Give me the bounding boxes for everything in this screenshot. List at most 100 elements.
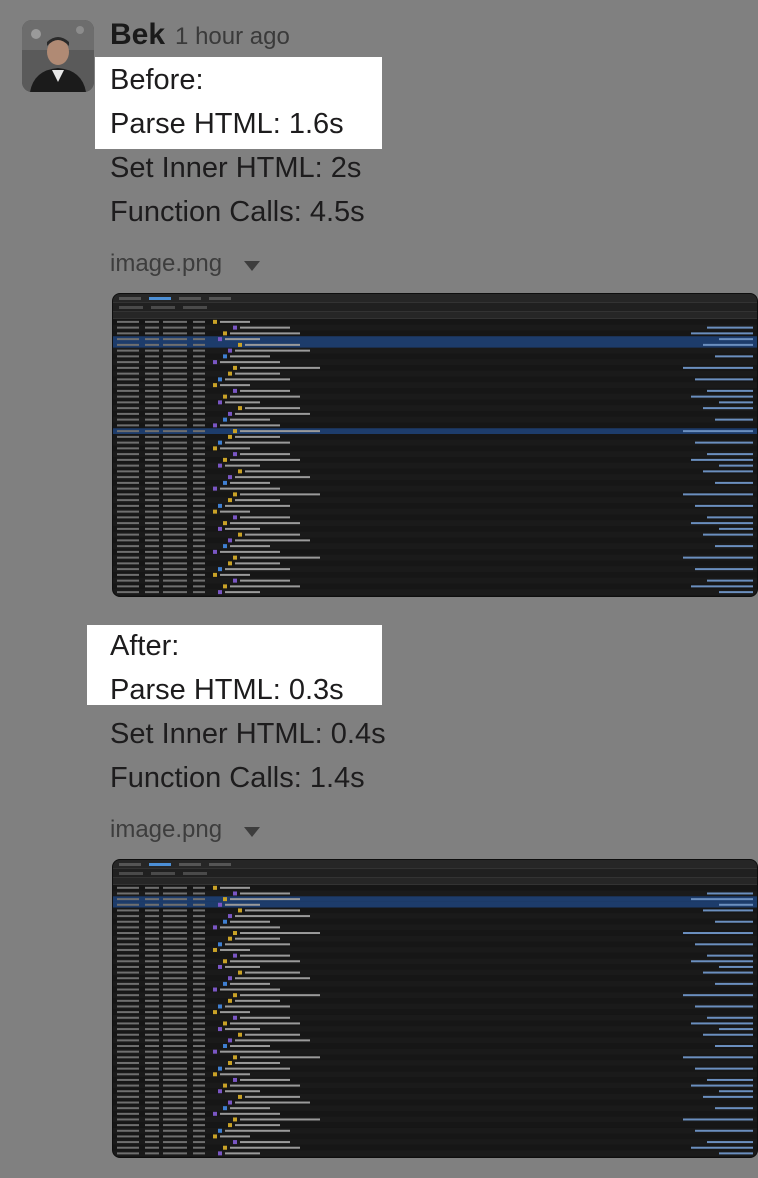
profiler-row — [113, 992, 757, 998]
profiler-row — [113, 964, 757, 970]
profiler-row — [113, 434, 757, 440]
profiler-row — [113, 1037, 757, 1044]
devtools-column-header — [113, 312, 757, 319]
profiler-row — [113, 508, 757, 515]
devtools-column-header — [113, 878, 757, 885]
timestamp[interactable]: 1 hour ago — [175, 23, 290, 50]
profiler-row — [113, 439, 757, 446]
profiler-row — [113, 422, 757, 429]
profiler-rows — [113, 885, 757, 1156]
profiler-row — [113, 913, 757, 919]
profiler-row — [113, 347, 757, 354]
devtools-filter-bar — [113, 303, 757, 312]
profiler-row — [113, 485, 757, 492]
profiler-row — [113, 890, 757, 897]
profiler-row — [113, 981, 757, 987]
profiler-row — [113, 1105, 757, 1111]
devtools-filter-bar — [113, 869, 757, 878]
attachment-filename[interactable]: image.png — [110, 250, 222, 277]
profiler-row — [113, 531, 757, 538]
profiler-row — [113, 1127, 757, 1134]
profiler-row — [113, 930, 757, 936]
profiler-row — [113, 1031, 757, 1038]
profiler-row — [113, 918, 757, 925]
profiler-row — [113, 543, 757, 549]
profiler-row — [113, 986, 757, 993]
profiler-row — [113, 457, 757, 463]
profiler-row — [113, 520, 757, 526]
profiler-row — [113, 388, 757, 394]
profiler-row — [113, 1071, 757, 1078]
profiler-row — [113, 1077, 757, 1083]
profiler-row — [113, 1099, 757, 1106]
profiler-row — [113, 998, 757, 1004]
profiler-rows — [113, 319, 757, 595]
profiler-row — [113, 935, 757, 942]
profiler-row — [113, 1144, 757, 1151]
before-function-calls: Function Calls: 4.5s — [110, 196, 365, 228]
profiler-row — [113, 370, 757, 377]
profiler-row — [113, 1060, 757, 1066]
profiler-row — [113, 399, 757, 406]
profiler-row — [113, 365, 757, 371]
caret-down-icon[interactable] — [243, 250, 261, 280]
profiler-row — [113, 941, 757, 948]
profiler-row — [113, 1048, 757, 1055]
before-parse-html: Parse HTML: 1.6s — [110, 108, 344, 140]
profiler-row — [113, 1082, 757, 1089]
profiler-row — [113, 428, 757, 434]
profiler-row — [113, 952, 757, 959]
profiler-row — [113, 560, 757, 567]
devtools-tabs — [113, 860, 757, 869]
caret-down-icon[interactable] — [243, 816, 261, 846]
profiler-row — [113, 416, 757, 423]
profiler-row — [113, 1020, 757, 1027]
profiler-row — [113, 947, 757, 953]
profiler-row — [113, 342, 757, 348]
profiler-row — [113, 1122, 757, 1128]
attachment-filename[interactable]: image.png — [110, 816, 222, 843]
profiler-row — [113, 1009, 757, 1015]
profiler-row — [113, 462, 757, 469]
profiler-row — [113, 376, 757, 383]
profiler-row — [113, 445, 757, 452]
avatar[interactable] — [22, 20, 94, 92]
profiler-row — [113, 330, 757, 337]
profiler-row — [113, 1139, 757, 1145]
profiler-row — [113, 491, 757, 498]
profiler-row — [113, 411, 757, 417]
profiler-row — [113, 393, 757, 400]
profiler-row — [113, 572, 757, 578]
profiler-row — [113, 526, 757, 532]
profiler-row — [113, 451, 757, 457]
avatar-photo — [22, 20, 94, 92]
author-name[interactable]: Bek — [110, 18, 165, 51]
profiler-row — [113, 474, 757, 480]
after-heading: After: — [110, 630, 180, 662]
profiler-row — [113, 1094, 757, 1100]
profiler-row — [113, 549, 757, 555]
after-parse-html: Parse HTML: 0.3s — [110, 674, 344, 706]
profiler-row — [113, 319, 757, 325]
profiler-row — [113, 336, 757, 342]
profiler-row — [113, 480, 757, 486]
profiler-row — [113, 353, 757, 360]
profiler-row — [113, 1111, 757, 1117]
profiler-row — [113, 514, 757, 521]
image-attachment[interactable] — [112, 293, 758, 597]
profiler-row — [113, 896, 757, 902]
profiler-row — [113, 382, 757, 388]
profiler-row — [113, 497, 757, 503]
attachment-header: image.png — [110, 815, 261, 846]
profiler-row — [113, 901, 757, 908]
profiler-row — [113, 907, 757, 914]
profiler-row — [113, 577, 757, 584]
profiler-row — [113, 1043, 757, 1049]
attachment-header: image.png — [110, 249, 261, 280]
image-attachment[interactable] — [112, 859, 758, 1158]
profiler-row — [113, 1116, 757, 1123]
profiler-row — [113, 1054, 757, 1061]
devtools-tabs — [113, 294, 757, 303]
profiler-row — [113, 1026, 757, 1032]
profiler-row — [113, 589, 757, 595]
